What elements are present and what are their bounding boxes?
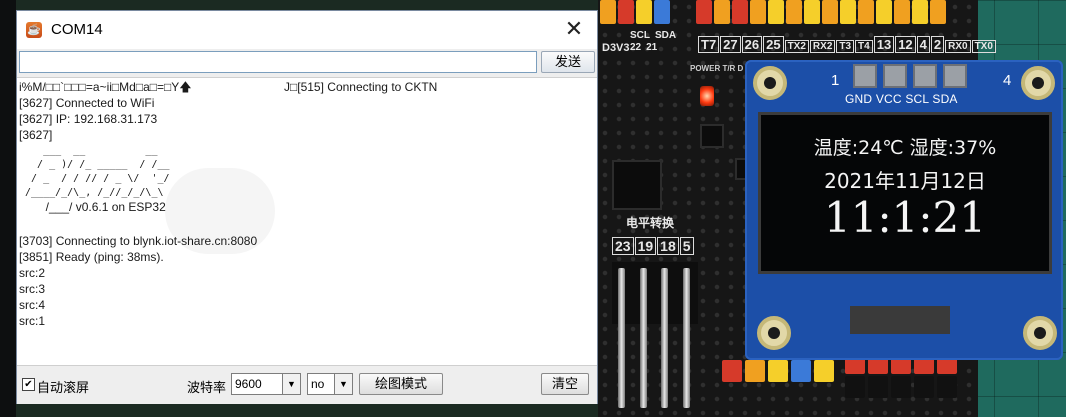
background-left [0,0,16,417]
send-row: 发送 [17,49,597,77]
header-pin [640,268,647,408]
oled-temp-humidity: 温度:24℃ 湿度:37% [813,137,997,159]
title-bar[interactable]: ☕ COM14 ✕ [17,11,597,49]
power-label: POWER T/R D [690,64,744,73]
serial-output[interactable]: i%M/□□`□□□=a~ii□Md□a□=□Y🡅 J□[515] Connec… [17,77,597,366]
output-line: i%M/□□`□□□=a~ii□Md□a□=□Y🡅 [19,80,192,94]
oled-time: 11:1:21 [824,193,986,242]
controller-chip [612,160,662,210]
blynk-ascii-art: /___/ v0.6.1 on ESP32 [19,200,166,214]
plot-mode-button[interactable]: 绘图模式 [359,373,443,395]
top-header-left [600,0,670,26]
java-app-icon: ☕ [26,22,42,38]
blynk-ascii-art: /____/_/\_, /_//_/_/\_\ [19,187,164,198]
autoscroll-checkbox[interactable]: ✔ [22,378,35,391]
output-line: src:3 [19,282,46,296]
chevron-down-icon[interactable]: ▼ [282,374,300,394]
output-line: src:1 [19,314,46,328]
top-pin-labels: T7 27 26 25 TX2 RX2 T3 T4 13 12 4 2 RX0 TX0 [698,36,997,53]
output-line: [3851] Ready (ping: 38ms). [19,250,164,264]
mount-hole [757,316,791,350]
close-button[interactable]: ✕ [551,11,597,49]
window-title: COM14 [51,21,103,38]
header-pin [683,268,690,408]
autoscroll-label[interactable]: 自动滚屏 [37,377,89,396]
level-shift-label: 电平转换 [626,216,675,230]
output-line: [3703] Connecting to blynk.iot-share.cn:… [19,234,258,248]
baud-rate-select[interactable]: 9600 ▼ [231,373,301,395]
power-led [700,86,714,106]
corner-label: 1 [831,72,840,89]
clear-button[interactable]: 清空 [541,373,589,395]
oled-ribbon [850,306,950,334]
top-header-right [696,0,946,26]
blynk-ascii-art: / _ / / // / _ \/ '_/ [19,173,170,184]
corner-label: 4 [1003,72,1012,89]
oled-pin-header [853,64,967,88]
blynk-ascii-art: / _ )/ /_ _____ / /__ [19,159,170,170]
send-input[interactable] [19,51,537,73]
baud-rate-label: 波特率 [187,380,227,395]
send-button[interactable]: 发送 [541,51,595,73]
bottom-header-row [845,376,957,398]
header-pin [618,268,625,408]
line-ending-select[interactable]: no ▼ [307,373,353,395]
output-line: [3627] IP: 192.168.31.173 [19,112,158,126]
level-shift-pins: 23 19 18 5 [612,237,695,255]
baud-rate-value: 9600 [235,377,262,391]
oled-pin-names: GND VCC SCL SDA [845,92,958,106]
output-line: [3627] Connected to WiFi [19,96,155,110]
chevron-down-icon[interactable]: ▼ [334,374,352,394]
mount-hole [1021,66,1055,100]
left-pin-names: SCL SDA 22 21 [630,30,677,53]
blynk-ascii-art: ___ __ __ [19,145,158,156]
output-line: src:4 [19,298,46,312]
footer-bar: ✔ 自动滚屏 波特率 9600 ▼ no ▼ 绘图模式 清空 [17,365,597,404]
mount-hole [1023,316,1057,350]
oled-date: 2021年11月12日 [824,169,986,193]
output-line: [3627] [19,128,53,142]
small-chip [700,124,724,148]
output-line: J□[515] Connecting to CKTN [284,80,438,94]
line-ending-value: no [311,377,325,391]
output-line: src:2 [19,266,46,280]
oled-screen: 温度:24℃ 湿度:37% 2021年11月12日 11:1:21 [758,112,1052,274]
serial-monitor-window: ☕ COM14 ✕ 发送 i%M/□□`□□□=a~ii□Md□a□=□Y🡅 J… [16,10,598,404]
bottom-header-row [722,360,834,382]
mount-hole [753,66,787,100]
header-pin [661,268,668,408]
